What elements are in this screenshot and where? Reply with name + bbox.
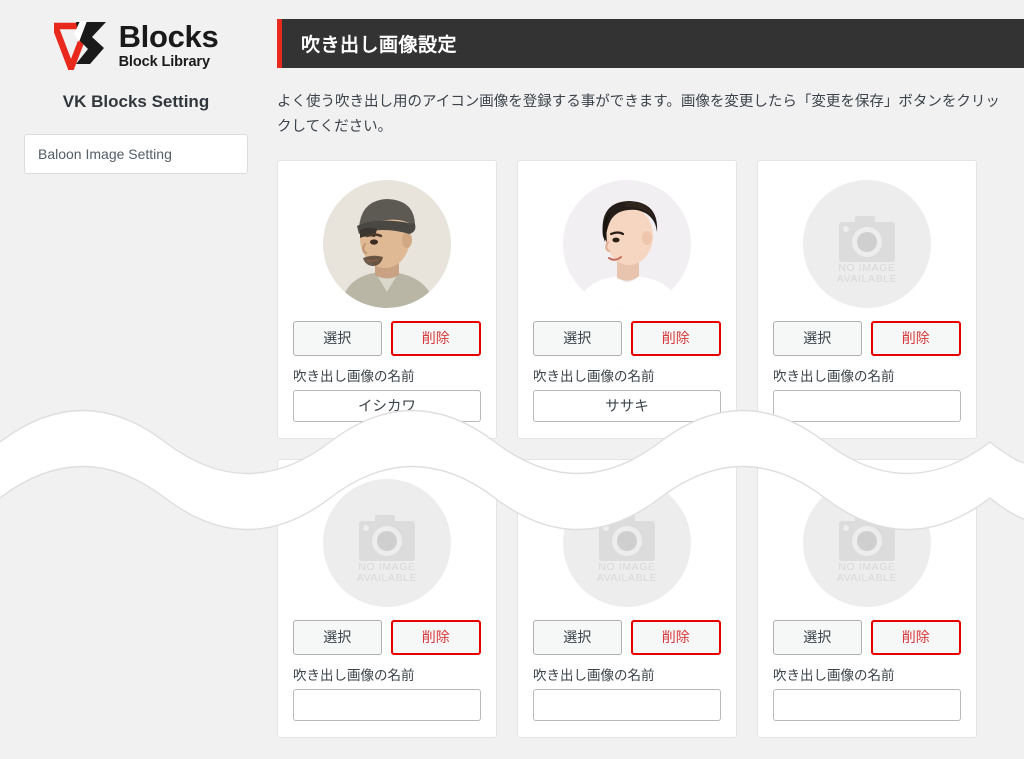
sidebar-item-baloon-image-setting[interactable]: Baloon Image Setting <box>24 134 248 174</box>
name-field-label: 吹き出し画像の名前 <box>293 368 415 384</box>
avatar[interactable]: NO IMAGE AVAILABLE <box>803 179 931 308</box>
svg-text:AVAILABLE: AVAILABLE <box>837 273 897 285</box>
card-button-row: 選択 削除 <box>773 320 961 356</box>
avatar[interactable]: NO IMAGE AVAILABLE <box>323 478 451 607</box>
baloon-name-input[interactable] <box>773 688 961 721</box>
card-button-row: 選択 削除 <box>533 320 721 356</box>
no-image-placeholder-icon: NO IMAGE AVAILABLE <box>563 478 691 607</box>
baloon-image-card-grid: 選択 削除 吹き出し画像の名前 イシカワ 選択 削除 吹き出し画像の名前 ササキ… <box>277 159 1024 738</box>
photo-man-with-cap-icon <box>323 179 451 308</box>
avatar[interactable] <box>323 179 451 308</box>
baloon-name-input[interactable] <box>293 389 481 422</box>
brand-logo: Blocks Block Library <box>0 0 272 70</box>
name-field-label: 吹き出し画像の名前 <box>533 667 655 683</box>
no-image-placeholder-icon: NO IMAGE AVAILABLE <box>803 478 931 607</box>
main-content: 吹き出し画像設定 よく使う吹き出し用のアイコン画像を登録する事ができます。画像を… <box>277 0 1024 759</box>
sidebar-nav: Baloon Image Setting <box>0 134 272 174</box>
delete-image-button[interactable]: 削除 <box>870 320 961 356</box>
vk-logo-mark-icon <box>53 21 106 70</box>
baloon-name-input[interactable] <box>533 389 721 422</box>
select-image-button[interactable]: 選択 <box>533 619 622 655</box>
logo-subtitle: Block Library <box>118 53 210 70</box>
baloon-image-card: NO IMAGE AVAILABLE 選択 削除 吹き出し画像の名前 <box>757 458 977 738</box>
baloon-image-card: 選択 削除 吹き出し画像の名前 <box>517 159 737 439</box>
baloon-name-input[interactable] <box>773 389 961 422</box>
delete-image-button[interactable]: 削除 <box>390 320 481 356</box>
baloon-image-card: NO IMAGE AVAILABLE 選択 削除 吹き出し画像の名前 <box>517 458 737 738</box>
avatar[interactable]: NO IMAGE AVAILABLE <box>803 478 931 607</box>
no-image-placeholder-icon: NO IMAGE AVAILABLE <box>323 478 451 607</box>
card-button-row: 選択 削除 <box>293 619 481 655</box>
delete-image-button[interactable]: 削除 <box>630 320 721 356</box>
delete-image-button[interactable]: 削除 <box>390 619 481 655</box>
name-field-label: 吹き出し画像の名前 <box>533 368 655 384</box>
select-image-button[interactable]: 選択 <box>293 320 382 356</box>
name-field-label: 吹き出し画像の名前 <box>773 667 895 683</box>
select-image-button[interactable]: 選択 <box>773 619 862 655</box>
baloon-image-card: 選択 削除 吹き出し画像の名前 <box>277 159 497 439</box>
logo-title: Blocks <box>118 18 219 54</box>
page-root: Blocks Block Library VK Blocks Setting B… <box>0 0 1024 759</box>
photo-short-hair-person-icon <box>563 179 691 308</box>
name-field-label: 吹き出し画像の名前 <box>293 667 415 683</box>
svg-text:AVAILABLE: AVAILABLE <box>837 572 897 584</box>
name-field-label: 吹き出し画像の名前 <box>773 368 895 384</box>
avatar[interactable]: NO IMAGE AVAILABLE <box>563 478 691 607</box>
sidebar: Blocks Block Library VK Blocks Setting B… <box>0 0 272 759</box>
delete-image-button[interactable]: 削除 <box>870 619 961 655</box>
svg-text:AVAILABLE: AVAILABLE <box>597 572 657 584</box>
baloon-image-card: NO IMAGE AVAILABLE 選択 削除 吹き出し画像の名前 <box>757 159 977 439</box>
sidebar-title: VK Blocks Setting <box>62 92 210 111</box>
select-image-button[interactable]: 選択 <box>773 320 862 356</box>
card-button-row: 選択 削除 <box>533 619 721 655</box>
delete-image-button[interactable]: 削除 <box>630 619 721 655</box>
avatar[interactable] <box>563 179 691 308</box>
card-button-row: 選択 削除 <box>773 619 961 655</box>
baloon-name-input[interactable] <box>293 688 481 721</box>
baloon-name-input[interactable] <box>533 688 721 721</box>
select-image-button[interactable]: 選択 <box>293 619 382 655</box>
page-description: よく使う吹き出し用のアイコン画像を登録する事ができます。画像を変更したら「変更を… <box>277 94 1000 135</box>
select-image-button[interactable]: 選択 <box>533 320 622 356</box>
no-image-placeholder-icon: NO IMAGE AVAILABLE <box>803 179 931 308</box>
page-title: 吹き出し画像設定 <box>277 19 1024 68</box>
card-button-row: 選択 削除 <box>293 320 481 356</box>
baloon-image-card: NO IMAGE AVAILABLE 選択 削除 吹き出し画像の名前 <box>277 458 497 738</box>
svg-text:AVAILABLE: AVAILABLE <box>357 572 417 584</box>
